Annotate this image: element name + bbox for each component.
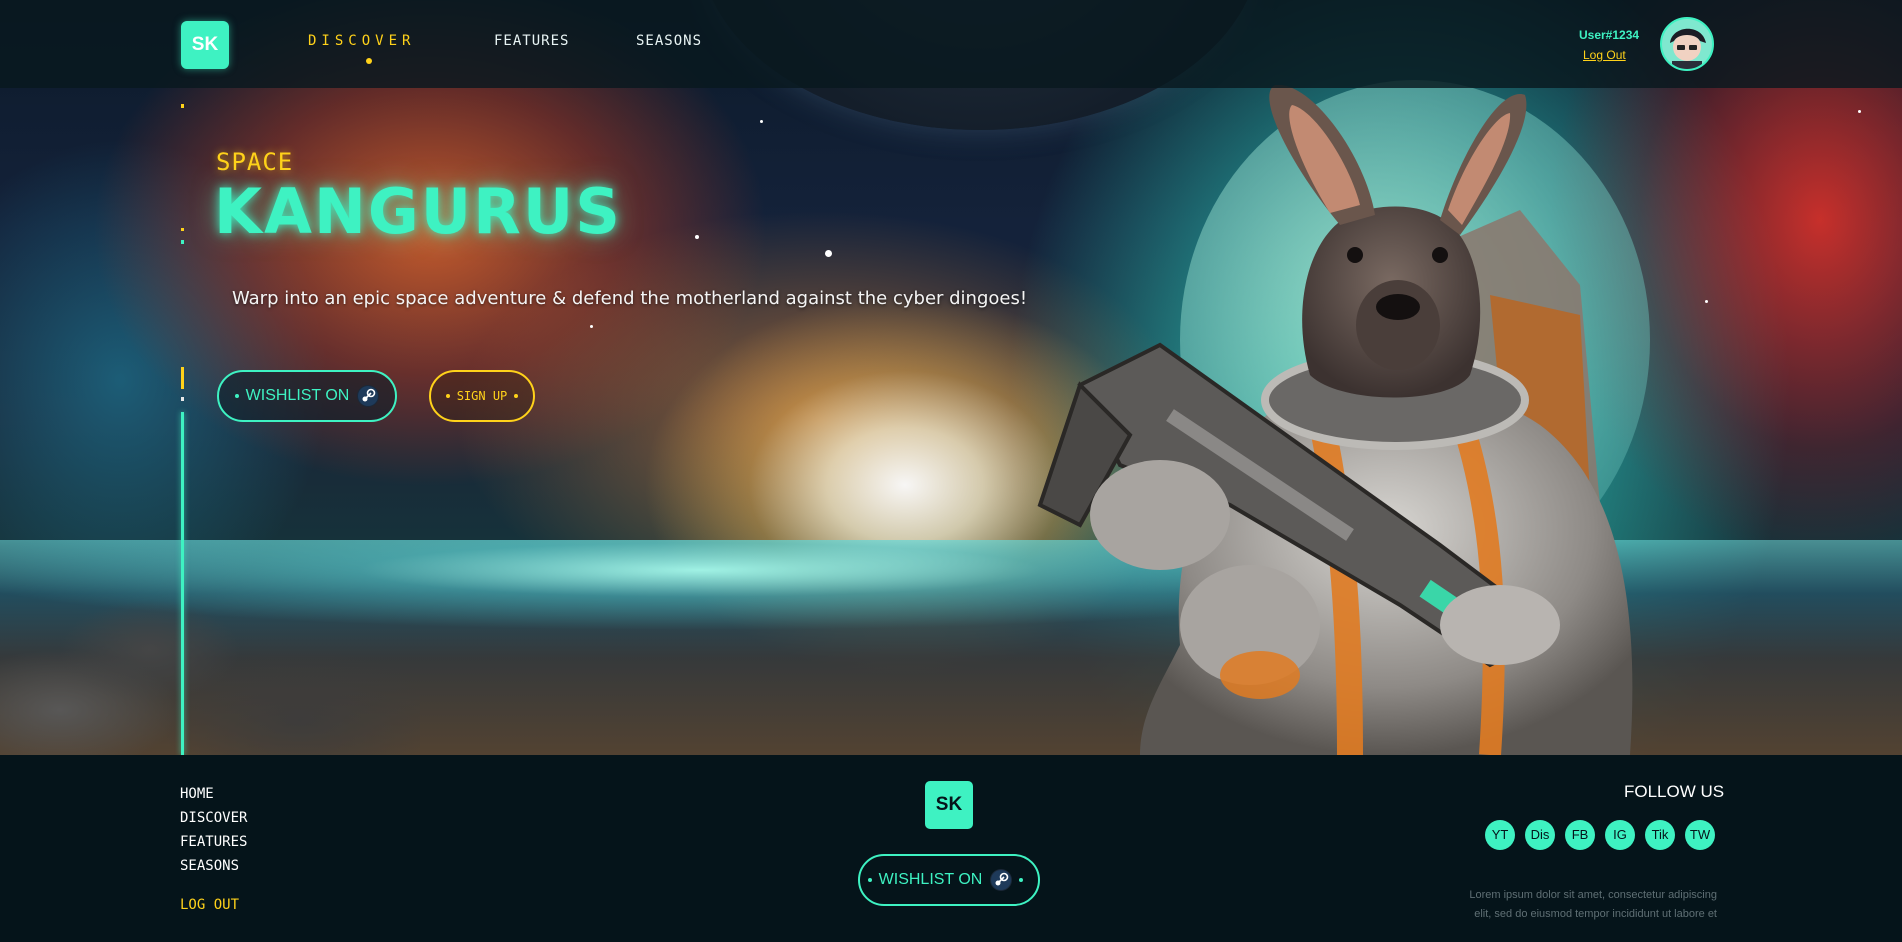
social-tiktok-button[interactable]: Tik — [1645, 820, 1675, 850]
hero-pretitle: SPACE — [216, 148, 294, 176]
footer-logout-link[interactable]: LOG OUT — [180, 897, 239, 913]
wishlist-steam-button[interactable]: WISHLIST ON — [217, 370, 397, 422]
avatar[interactable] — [1660, 17, 1714, 71]
logo[interactable]: SK — [181, 21, 229, 69]
hero-title: KANGURUS — [214, 175, 622, 248]
hero-tagline: Warp into an epic space adventure & defe… — [232, 288, 1028, 309]
footer-link-features[interactable]: FEATURES — [180, 834, 247, 850]
nav-link-discover[interactable]: DISCOVER — [308, 33, 415, 49]
button-dot — [867, 878, 872, 882]
nav-link-features[interactable]: FEATURES — [494, 33, 569, 49]
star — [760, 120, 763, 123]
username: User#1234 — [1579, 28, 1640, 42]
landing-page: SK DISCOVER FEATURES SEASONS User#1234 L… — [0, 0, 1902, 942]
footer-wishlist-label: WISHLIST ON — [878, 871, 983, 888]
steam-icon — [990, 869, 1013, 891]
decor-line-accent — [181, 367, 184, 389]
sign-up-label: SIGN UP — [456, 389, 508, 403]
wishlist-label: WISHLIST ON — [245, 387, 350, 404]
star — [695, 235, 699, 239]
footer-link-home[interactable]: HOME — [180, 786, 214, 802]
decor-line-dot — [181, 104, 184, 108]
social-twitter-button[interactable]: TW — [1685, 820, 1715, 850]
footer-link-seasons[interactable]: SEASONS — [180, 858, 239, 874]
social-instagram-button[interactable]: IG — [1605, 820, 1635, 850]
star — [1858, 110, 1861, 113]
decor-line-dot — [181, 240, 184, 244]
decor-line-dot — [181, 397, 184, 401]
decor-line-dot — [181, 228, 184, 231]
active-indicator-dot — [366, 58, 372, 64]
footer-wishlist-steam-button[interactable]: WISHLIST ON — [858, 854, 1040, 906]
nav-link-seasons[interactable]: SEASONS — [636, 33, 702, 49]
button-dot — [234, 394, 239, 398]
follow-us-heading: FOLLOW US — [1624, 782, 1725, 801]
button-dot — [445, 394, 450, 398]
logout-link[interactable]: Log Out — [1583, 48, 1626, 62]
social-youtube-button[interactable]: YT — [1485, 820, 1515, 850]
star — [825, 250, 832, 257]
kangaroo-astronaut-illustration — [1037, 85, 1633, 755]
button-dot — [1019, 878, 1024, 882]
social-facebook-button[interactable]: FB — [1565, 820, 1595, 850]
avatar-image — [1662, 19, 1712, 69]
social-discord-button[interactable]: Dis — [1525, 820, 1555, 850]
footer-description-line: Lorem ipsum dolor sit amet, consectetur … — [1469, 889, 1717, 901]
button-dot — [514, 394, 519, 398]
footer-description: Lorem ipsum dolor sit amet, consectetur … — [1400, 886, 1717, 924]
footer-logo[interactable]: SK — [925, 781, 973, 829]
footer-link-discover[interactable]: DISCOVER — [180, 810, 247, 826]
sign-up-button[interactable]: SIGN UP — [429, 370, 535, 422]
star — [590, 325, 593, 328]
clouds — [0, 590, 420, 755]
decor-line-main — [181, 412, 184, 755]
steam-icon — [357, 385, 380, 407]
top-nav-bar: SK DISCOVER FEATURES SEASONS User#1234 L… — [0, 0, 1902, 88]
footer-description-line: elit, sed do eiusmod tempor incididunt u… — [1474, 908, 1717, 920]
